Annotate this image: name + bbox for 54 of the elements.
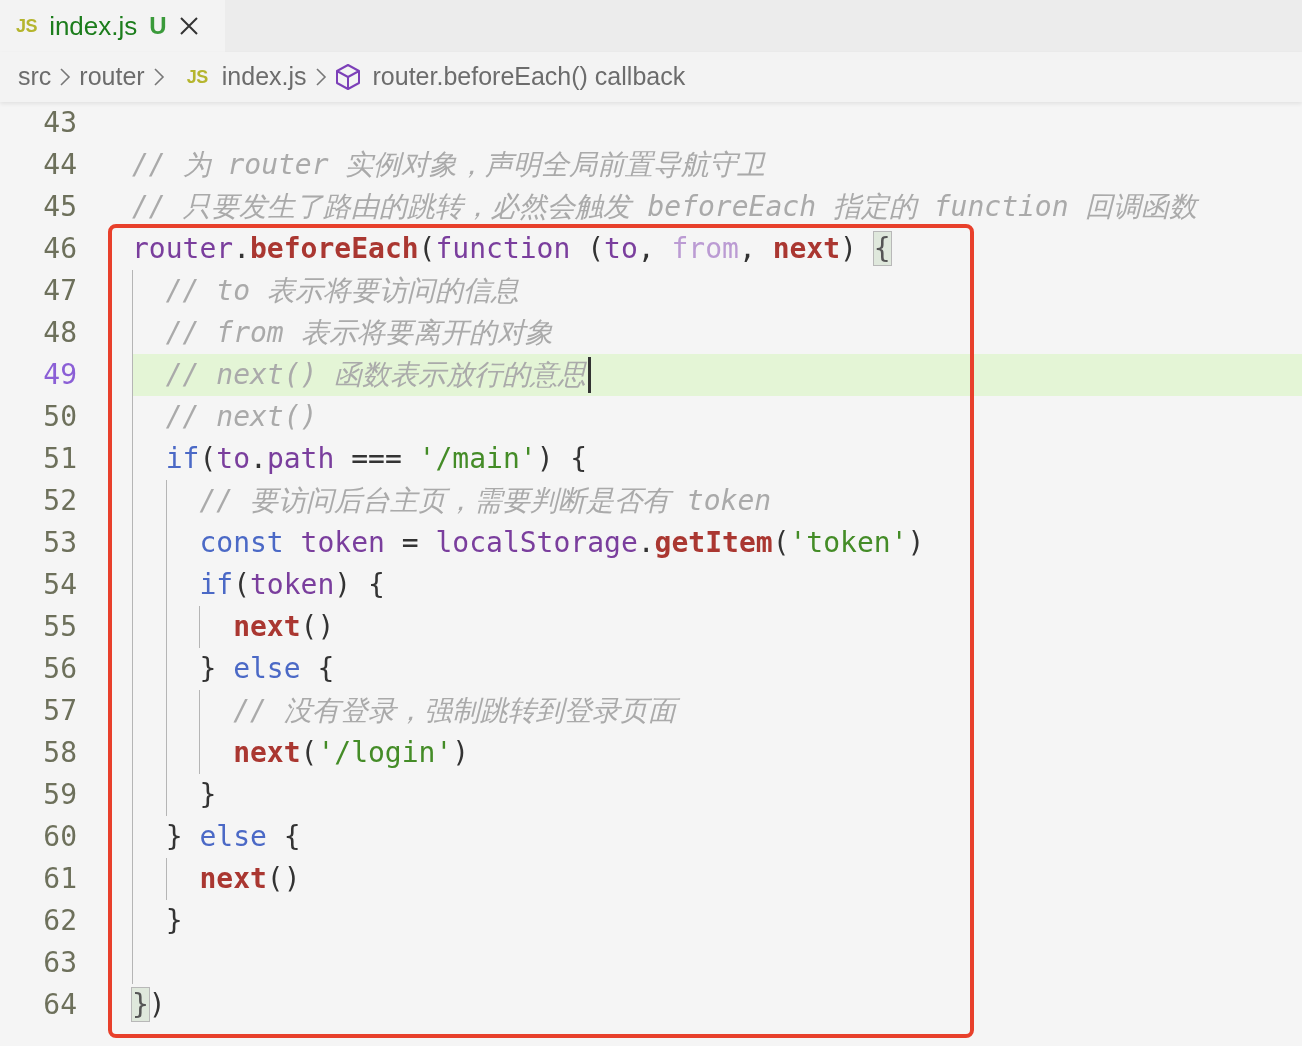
line-number: 48	[42, 315, 77, 351]
breadcrumb-item[interactable]: router.beforeEach() callback	[372, 58, 686, 96]
cube-icon	[334, 63, 361, 91]
code-line: if(to.path === '/main') {	[164, 441, 588, 477]
code-comment: // from 表示将要离开的对象	[164, 315, 553, 351]
js-file-icon: JS	[186, 63, 208, 91]
code-comment: // 为 router 实例对象，声明全局前置导航守卫	[132, 147, 766, 183]
chevron-right-icon	[314, 67, 327, 87]
line-number: 44	[42, 147, 77, 183]
code-line: }	[164, 903, 183, 939]
line-number: 54	[42, 567, 77, 603]
chevron-right-icon	[152, 67, 165, 87]
breadcrumb-item[interactable]: index.js	[221, 58, 307, 96]
line-number: 62	[42, 903, 77, 939]
line-number: 61	[42, 861, 77, 897]
line-number: 51	[42, 441, 77, 477]
code-line: }	[198, 777, 217, 813]
code-line: const token = localStorage.getItem('token')	[198, 525, 925, 561]
line-number: 59	[42, 777, 77, 813]
code-comment: // 要访问后台主页，需要判断是否有 token	[198, 483, 772, 519]
code-comment: // next()	[164, 399, 318, 435]
code-line: next()	[198, 861, 301, 897]
js-file-icon: JS	[16, 12, 38, 40]
editor-tab[interactable]: JS index.js U	[0, 0, 225, 52]
line-number: 55	[42, 609, 77, 645]
line-number: 60	[42, 819, 77, 855]
line-number: 57	[42, 693, 77, 729]
line-number: 43	[42, 105, 77, 141]
code-comment: // next() 函数表示放行的意思	[164, 357, 587, 393]
code-line: })	[132, 987, 166, 1023]
line-number: 46	[42, 231, 77, 267]
text-cursor	[588, 357, 592, 393]
line-number: 64	[42, 987, 77, 1023]
line-number: 58	[42, 735, 77, 771]
code-line: } else {	[164, 819, 301, 855]
line-number: 45	[42, 189, 77, 225]
breadcrumb-item[interactable]: router	[79, 58, 145, 96]
chevron-right-icon	[59, 67, 72, 87]
close-icon[interactable]	[178, 16, 199, 36]
line-number: 50	[42, 399, 77, 435]
line-number: 56	[42, 651, 77, 687]
code-comment: // to 表示将要访问的信息	[164, 273, 519, 309]
code-line: } else {	[198, 651, 335, 687]
breadcrumb-item[interactable]: src	[18, 58, 52, 96]
line-number: 47	[42, 273, 77, 309]
code-line: next()	[232, 609, 335, 645]
code-line: if(token) {	[198, 567, 385, 603]
code-line: next('/login')	[232, 735, 470, 771]
line-number: 49	[42, 357, 77, 393]
code-line: router.beforeEach(function (to, from, next) {	[132, 231, 891, 267]
line-number: 63	[42, 945, 77, 981]
line-number: 53	[42, 525, 77, 561]
code-comment: // 只要发生了路由的跳转，必然会触发 beforeEach 指定的 function 回调函数	[132, 189, 1198, 225]
line-number: 52	[42, 483, 77, 519]
